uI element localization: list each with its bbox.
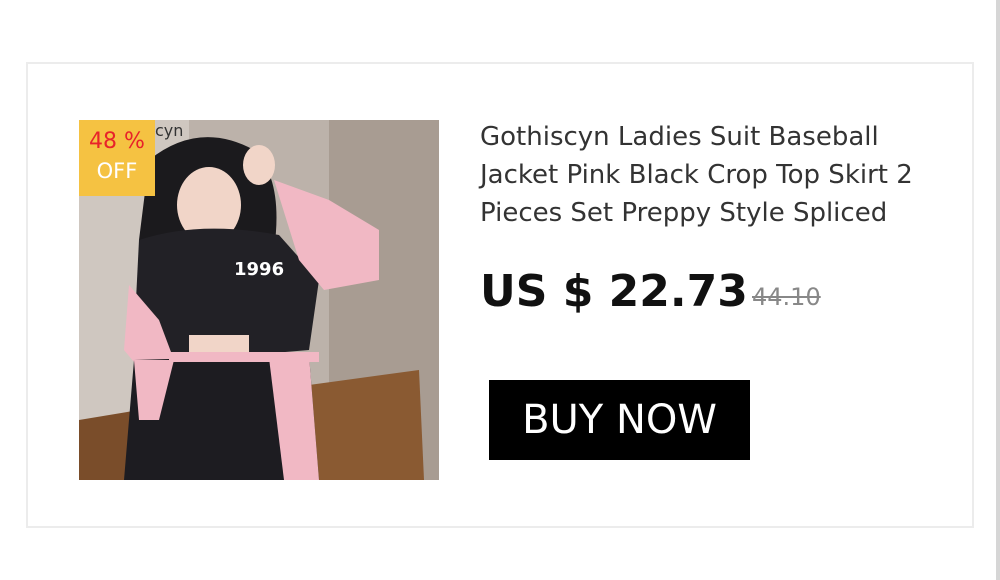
product-title[interactable]: Gothiscyn Ladies Suit Baseball Jacket Pi… — [480, 118, 950, 232]
current-price: US $ 22.73 — [480, 266, 748, 317]
discount-badge: 48 % OFF — [79, 120, 155, 196]
original-price: 44.10 — [752, 283, 821, 311]
discount-label: OFF — [96, 159, 138, 183]
photo-watermark: cyn — [155, 121, 183, 140]
jacket-number: 1996 — [234, 259, 284, 280]
buy-now-button[interactable]: BUY NOW — [489, 380, 750, 460]
discount-percent: 48 % — [89, 129, 145, 154]
page-edge — [996, 0, 1000, 580]
